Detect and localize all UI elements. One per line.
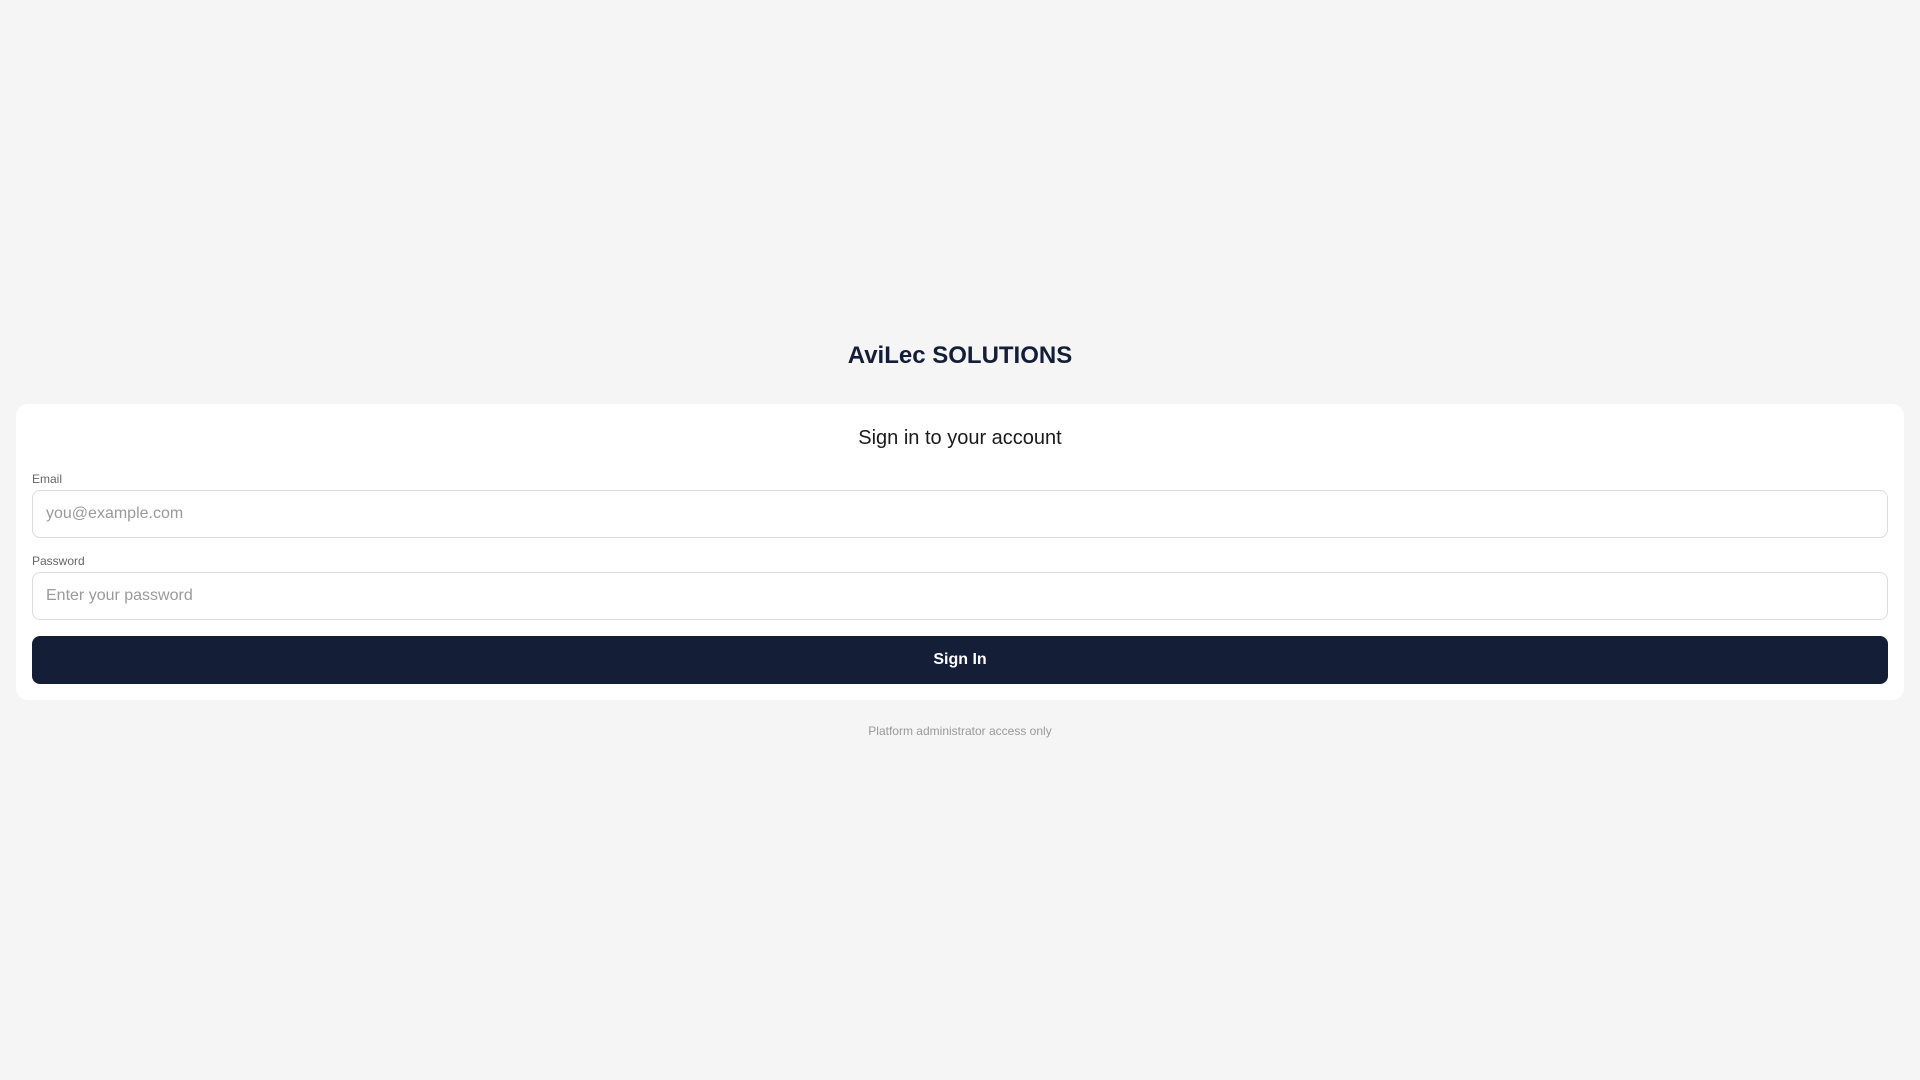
sign-in-button[interactable]: Sign In <box>32 636 1888 684</box>
password-field[interactable] <box>32 572 1888 620</box>
email-label: Email <box>32 472 63 486</box>
login-card: Sign in to your account Email Password S… <box>16 404 1904 700</box>
footer-note: Platform administrator access only <box>868 724 1052 738</box>
login-page: AviLec SOLUTIONS Sign in to your account… <box>0 0 1920 1080</box>
email-field[interactable] <box>32 490 1888 538</box>
password-label: Password <box>32 554 85 568</box>
card-title: Sign in to your account <box>858 427 1062 449</box>
brand-title: AviLec SOLUTIONS <box>847 342 1073 369</box>
